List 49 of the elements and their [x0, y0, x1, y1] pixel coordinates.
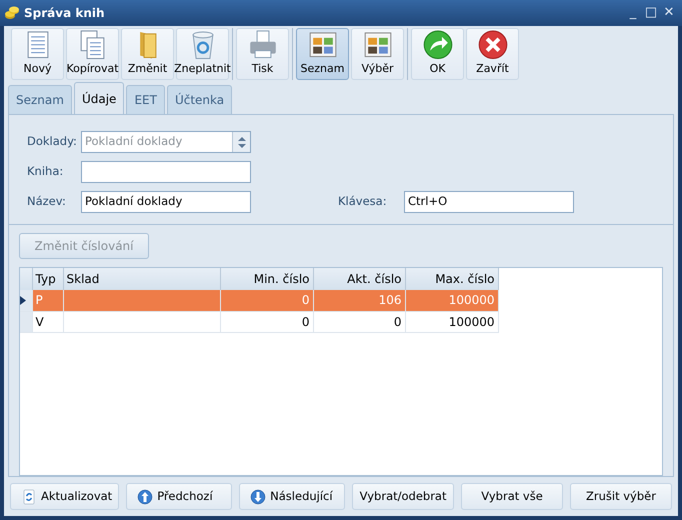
- table-cell: 106: [313, 290, 405, 311]
- column-header[interactable]: Typ: [32, 268, 63, 290]
- action-button[interactable]: Předchozí: [126, 483, 232, 510]
- toolbar-button[interactable]: Tisk: [236, 28, 289, 80]
- action-button[interactable]: Zrušit výběr: [570, 483, 672, 510]
- close-button[interactable]: ✕: [660, 3, 678, 23]
- refresh-icon: [21, 488, 37, 504]
- toolbar-button[interactable]: Kopírovat: [66, 28, 119, 80]
- ok-icon: [422, 29, 454, 60]
- column-header[interactable]: Max. číslo: [405, 268, 498, 290]
- table-cell: 0: [313, 311, 405, 332]
- toolbar-button[interactable]: Seznam: [296, 28, 349, 80]
- minimize-button[interactable]: _: [624, 3, 642, 23]
- table-cell: 0: [220, 290, 313, 311]
- table-cell: 100000: [405, 290, 498, 311]
- toolbar-button[interactable]: Nový: [11, 28, 64, 80]
- tab[interactable]: Seznam: [8, 85, 72, 114]
- action-button[interactable]: Vybrat/odebrat: [352, 483, 454, 510]
- action-button[interactable]: Vybrat vše: [461, 483, 564, 510]
- table-cell: 0: [220, 311, 313, 332]
- field-label: Název:: [26, 193, 67, 210]
- action-button[interactable]: Aktualizovat: [10, 483, 120, 510]
- action-button[interactable]: Následující: [239, 483, 346, 510]
- column-header[interactable]: Min. číslo: [220, 268, 313, 290]
- window-title: Správa knih: [24, 5, 105, 22]
- tab[interactable]: Údaje: [74, 82, 124, 114]
- close-icon: [476, 29, 508, 60]
- coins-icon: [4, 5, 20, 21]
- table-cell: P: [32, 290, 63, 311]
- toolbar-button[interactable]: OK: [411, 28, 464, 80]
- maximize-button[interactable]: □: [642, 3, 660, 23]
- row-pointer-icon: [20, 296, 26, 306]
- field-label: Doklady:: [26, 133, 78, 150]
- spinner-icon: [232, 132, 250, 152]
- tab[interactable]: EET: [126, 85, 165, 114]
- input-field[interactable]: [81, 161, 251, 183]
- input-field[interactable]: Ctrl+O: [404, 191, 574, 213]
- field-label: Klávesa:: [338, 193, 388, 210]
- tab[interactable]: Účtenka: [166, 85, 232, 114]
- table-cell: V: [32, 311, 63, 332]
- toolbar-button[interactable]: Výběr: [351, 28, 404, 80]
- toolbar-button[interactable]: Zavřít: [466, 28, 519, 80]
- column-header[interactable]: Sklad: [63, 268, 220, 290]
- input-field[interactable]: Pokladní doklady: [81, 191, 251, 213]
- toolbar-button[interactable]: Změnit: [121, 28, 174, 80]
- column-header[interactable]: Akt. číslo: [313, 268, 405, 290]
- field-label: Kniha:: [26, 163, 64, 180]
- toolbar-button[interactable]: Zneplatnit: [176, 28, 229, 80]
- table-cell: 100000: [405, 311, 498, 332]
